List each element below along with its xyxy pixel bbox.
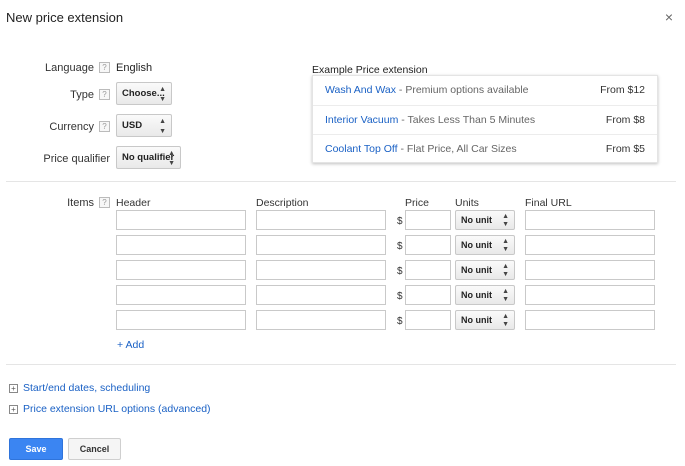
currency-select-value: USD — [122, 120, 143, 131]
save-button[interactable]: Save — [9, 438, 63, 460]
example-preview: Wash And Wax - Premium options available… — [312, 75, 658, 163]
item-final-url-input[interactable] — [525, 235, 655, 255]
item-price-input[interactable] — [405, 310, 451, 330]
item-final-url-input[interactable] — [525, 210, 655, 230]
item-final-url-input[interactable] — [525, 260, 655, 280]
language-label: Language? — [20, 62, 110, 74]
dialog-title: New price extension — [6, 10, 124, 25]
currency-symbol: $ — [397, 316, 403, 327]
example-separator: - — [397, 143, 407, 155]
expand-icon: + — [9, 405, 18, 414]
item-unit-value: No unit — [461, 265, 492, 275]
item-price-input[interactable] — [405, 210, 451, 230]
example-price: From $8 — [605, 114, 645, 126]
column-header-description: Description — [256, 197, 309, 209]
item-unit-select[interactable]: No unit ▲ ▼ — [455, 310, 515, 330]
item-final-url-input[interactable] — [525, 310, 655, 330]
column-header-price: Price — [405, 197, 429, 209]
price-qualifier-label: Price qualifier — [43, 153, 110, 165]
currency-select[interactable]: USD ▲ ▼ — [116, 114, 172, 137]
type-select[interactable]: Choose... ▲ ▼ — [116, 82, 172, 105]
items-label: Items? — [20, 197, 110, 209]
item-price-input[interactable] — [405, 235, 451, 255]
example-price: From $5 — [605, 143, 645, 155]
example-header: Coolant Top Off — [325, 143, 398, 155]
currency-symbol: $ — [397, 241, 403, 252]
example-description: Takes Less Than 5 Minutes — [407, 114, 536, 126]
item-unit-value: No unit — [461, 315, 492, 325]
item-description-input[interactable] — [256, 235, 386, 255]
price-qualifier-select[interactable]: No qualifier ▲ ▼ — [116, 146, 181, 169]
example-description: Premium options available — [405, 84, 529, 96]
currency-label-text: Currency — [49, 121, 94, 133]
item-unit-value: No unit — [461, 290, 492, 300]
item-unit-value: No unit — [461, 240, 492, 250]
currency-symbol: $ — [397, 216, 403, 227]
help-icon[interactable]: ? — [99, 62, 110, 73]
select-arrows-icon: ▲ ▼ — [502, 288, 509, 303]
price-qualifier-select-value: No qualifier — [122, 152, 175, 163]
divider — [6, 364, 676, 365]
divider — [6, 181, 676, 182]
language-label-text: Language — [45, 62, 94, 74]
item-header-input[interactable] — [116, 285, 246, 305]
example-row: Interior Vacuum - Takes Less Than 5 Minu… — [313, 105, 657, 134]
item-unit-select[interactable]: No unit ▲ ▼ — [455, 285, 515, 305]
item-unit-select[interactable]: No unit ▲ ▼ — [455, 210, 515, 230]
item-description-input[interactable] — [256, 310, 386, 330]
item-description-input[interactable] — [256, 260, 386, 280]
select-arrows-icon: ▲ ▼ — [502, 313, 509, 328]
example-description: Flat Price, All Car Sizes — [406, 143, 517, 155]
item-description-input[interactable] — [256, 210, 386, 230]
items-label-text: Items — [67, 197, 94, 209]
currency-label: Currency? — [20, 121, 110, 133]
url-options-expander[interactable]: + Price extension URL options (advanced) — [9, 403, 211, 415]
example-row: Wash And Wax - Premium options available… — [313, 76, 657, 105]
expand-icon: + — [9, 384, 18, 393]
example-separator: - — [396, 84, 406, 96]
example-header: Wash And Wax — [325, 84, 396, 96]
select-arrows-icon: ▲ ▼ — [159, 86, 166, 103]
item-description-input[interactable] — [256, 285, 386, 305]
column-header-final-url: Final URL — [525, 197, 572, 209]
type-label: Type? — [20, 89, 110, 101]
item-unit-select[interactable]: No unit ▲ ▼ — [455, 235, 515, 255]
language-value: English — [116, 62, 153, 74]
add-item-link[interactable]: + Add — [117, 339, 144, 351]
select-arrows-icon: ▲ ▼ — [502, 213, 509, 228]
example-price: From $12 — [600, 84, 645, 96]
help-icon[interactable]: ? — [99, 89, 110, 100]
close-icon[interactable]: × — [665, 9, 673, 25]
type-label-text: Type — [70, 89, 94, 101]
select-arrows-icon: ▲ ▼ — [502, 238, 509, 253]
url-options-expander-label: Price extension URL options (advanced) — [23, 403, 211, 415]
example-separator: - — [398, 114, 408, 126]
cancel-button[interactable]: Cancel — [68, 438, 121, 460]
help-icon[interactable]: ? — [99, 121, 110, 132]
item-unit-select[interactable]: No unit ▲ ▼ — [455, 260, 515, 280]
example-header: Interior Vacuum — [325, 114, 399, 126]
item-price-input[interactable] — [405, 260, 451, 280]
item-header-input[interactable] — [116, 210, 246, 230]
currency-symbol: $ — [397, 291, 403, 302]
currency-symbol: $ — [397, 266, 403, 277]
item-price-input[interactable] — [405, 285, 451, 305]
item-unit-value: No unit — [461, 215, 492, 225]
column-header-units: Units — [455, 197, 479, 209]
select-arrows-icon: ▲ ▼ — [502, 263, 509, 278]
scheduling-expander-label: Start/end dates, scheduling — [23, 382, 151, 394]
item-header-input[interactable] — [116, 235, 246, 255]
item-final-url-input[interactable] — [525, 285, 655, 305]
item-header-input[interactable] — [116, 260, 246, 280]
help-icon[interactable]: ? — [99, 197, 110, 208]
select-arrows-icon: ▲ ▼ — [159, 118, 166, 135]
column-header-header: Header — [116, 197, 151, 209]
example-row: Coolant Top Off - Flat Price, All Car Si… — [313, 134, 657, 163]
select-arrows-icon: ▲ ▼ — [168, 150, 175, 167]
item-header-input[interactable] — [116, 310, 246, 330]
scheduling-expander[interactable]: + Start/end dates, scheduling — [9, 382, 150, 394]
